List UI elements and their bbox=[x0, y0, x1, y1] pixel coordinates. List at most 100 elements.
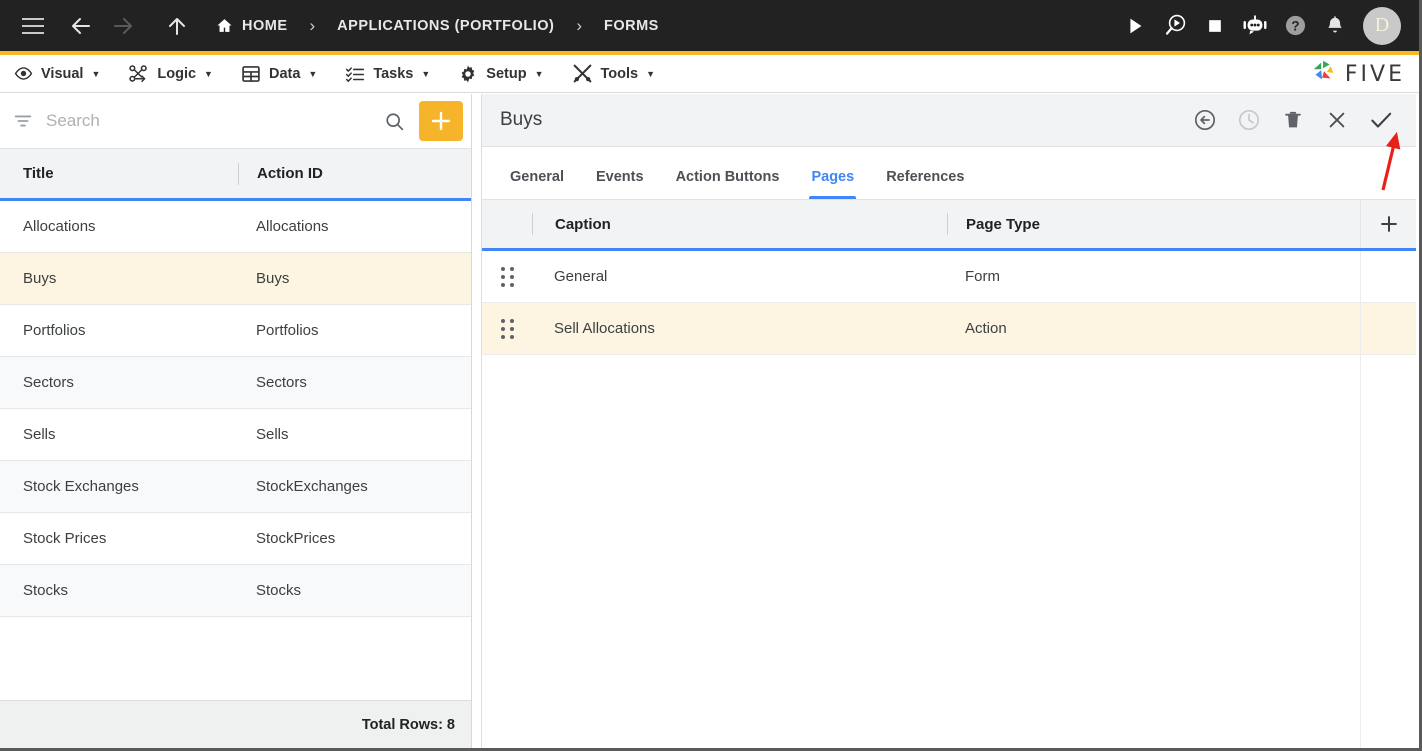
cell-caption: Sell Allocations bbox=[554, 320, 655, 337]
breadcrumb-separator: › bbox=[576, 16, 582, 35]
forms-list-panel: Title Action ID Allocations Allocations … bbox=[0, 94, 472, 748]
cell-title: Stock Prices bbox=[23, 530, 107, 547]
table-row[interactable]: Sell Allocations Action bbox=[482, 303, 1416, 355]
chevron-down-icon: ▼ bbox=[534, 68, 544, 79]
column-header-title[interactable]: Title bbox=[0, 149, 238, 198]
tab-references[interactable]: References bbox=[870, 169, 980, 199]
search-bar bbox=[0, 94, 471, 149]
search-icon[interactable] bbox=[373, 111, 415, 132]
cell-title: Sectors bbox=[23, 374, 74, 391]
stop-icon[interactable] bbox=[1195, 6, 1235, 46]
breadcrumb-label-applications: APPLICATIONS (PORTFOLIO) bbox=[337, 17, 555, 34]
cell-page-type: Action bbox=[965, 320, 1007, 337]
cell-caption: General bbox=[554, 268, 608, 285]
table-row[interactable]: General Form bbox=[482, 251, 1416, 303]
menu-item-setup[interactable]: Setup ▼ bbox=[444, 55, 557, 93]
debug-icon[interactable] bbox=[1155, 6, 1195, 46]
column-header-caption[interactable]: Caption bbox=[532, 213, 947, 235]
chevron-down-icon: ▼ bbox=[308, 68, 318, 79]
add-form-button[interactable] bbox=[419, 101, 463, 141]
column-header-action-id[interactable]: Action ID bbox=[238, 162, 471, 185]
chevron-down-icon: ▼ bbox=[646, 68, 656, 79]
menu-label-tools: Tools bbox=[600, 65, 639, 82]
breadcrumb-label-forms: FORMS bbox=[603, 17, 659, 34]
menu-label-setup: Setup bbox=[486, 65, 527, 82]
drag-handle-icon[interactable] bbox=[482, 266, 532, 287]
menu-label-data: Data bbox=[268, 65, 301, 82]
tab-general[interactable]: General bbox=[494, 169, 580, 199]
top-navigation-bar: HOME › APPLICATIONS (PORTFOLIO) › FORMS bbox=[0, 0, 1419, 51]
menu-item-visual[interactable]: Visual ▼ bbox=[0, 55, 114, 93]
breadcrumb-item-applications[interactable]: APPLICATIONS (PORTFOLIO) bbox=[337, 18, 554, 34]
filter-icon[interactable] bbox=[0, 110, 46, 132]
table-row[interactable]: Allocations Allocations bbox=[0, 201, 471, 253]
total-rows-label: Total Rows: 8 bbox=[0, 700, 471, 748]
cell-title: Portfolios bbox=[23, 322, 86, 339]
menu-item-tools[interactable]: Tools ▼ bbox=[558, 55, 670, 93]
five-pinwheel-icon bbox=[1310, 58, 1338, 91]
form-toolbar bbox=[1184, 99, 1416, 141]
table-row[interactable]: Stocks Stocks bbox=[0, 565, 471, 617]
menu-label-tasks: Tasks bbox=[373, 65, 414, 82]
logic-nodes-icon bbox=[128, 63, 149, 84]
back-arrow-icon[interactable] bbox=[64, 9, 98, 43]
empty-action-column bbox=[1360, 355, 1416, 748]
menu-item-tasks[interactable]: Tasks ▼ bbox=[331, 55, 444, 93]
gear-icon bbox=[458, 64, 478, 84]
help-icon[interactable]: ? bbox=[1275, 6, 1315, 46]
drag-handle-icon[interactable] bbox=[482, 318, 532, 339]
cell-title: Buys bbox=[23, 270, 57, 287]
run-icon[interactable] bbox=[1115, 6, 1155, 46]
close-x-icon[interactable] bbox=[1316, 99, 1358, 141]
breadcrumb-item-forms[interactable]: FORMS bbox=[604, 18, 659, 34]
menu-label-visual: Visual bbox=[41, 65, 84, 82]
cell-action-id: Buys bbox=[256, 270, 290, 287]
empty-space bbox=[482, 355, 1360, 748]
hamburger-menu-icon[interactable] bbox=[22, 17, 44, 34]
notifications-bell-icon[interactable] bbox=[1315, 6, 1355, 46]
table-row[interactable]: Buys Buys bbox=[0, 253, 471, 305]
table-row[interactable]: Sectors Sectors bbox=[0, 357, 471, 409]
tab-events[interactable]: Events bbox=[580, 169, 660, 199]
avatar[interactable]: D bbox=[1363, 6, 1401, 45]
column-header-page-type[interactable]: Page Type bbox=[947, 213, 1360, 235]
up-arrow-icon[interactable] bbox=[160, 9, 194, 43]
cell-action-id: Allocations bbox=[256, 218, 329, 235]
table-row[interactable]: Stock Exchanges StockExchanges bbox=[0, 461, 471, 513]
top-actions: ? D bbox=[1115, 0, 1407, 51]
history-clock-icon[interactable] bbox=[1228, 99, 1270, 141]
menu-item-logic[interactable]: Logic ▼ bbox=[114, 55, 227, 93]
tab-pages[interactable]: Pages bbox=[795, 169, 870, 199]
table-row[interactable]: Sells Sells bbox=[0, 409, 471, 461]
chatbot-icon[interactable] bbox=[1235, 6, 1275, 46]
forms-table: Title Action ID Allocations Allocations … bbox=[0, 149, 471, 748]
menu-item-data[interactable]: Data ▼ bbox=[227, 55, 331, 93]
chevron-down-icon: ▼ bbox=[91, 68, 101, 79]
cell-action-id: Stocks bbox=[256, 582, 302, 599]
row-action-cell bbox=[1360, 251, 1416, 302]
breadcrumb-label-home: HOME bbox=[242, 17, 288, 34]
cell-action-id: StockPrices bbox=[256, 530, 336, 547]
home-icon bbox=[216, 17, 233, 34]
save-check-icon[interactable] bbox=[1360, 99, 1402, 141]
delete-trash-icon[interactable] bbox=[1272, 99, 1314, 141]
table-row[interactable]: Portfolios Portfolios bbox=[0, 305, 471, 357]
tab-action-buttons[interactable]: Action Buttons bbox=[660, 169, 796, 199]
pages-table-empty-area bbox=[482, 355, 1416, 748]
detail-tabs: General Events Action Buttons Pages Refe… bbox=[482, 147, 1416, 200]
pages-table: Caption Page Type General Form Sell Allo… bbox=[482, 200, 1416, 748]
cell-action-id: Portfolios bbox=[256, 322, 319, 339]
form-detail-panel: Buys General Events Action Buttons Pages… bbox=[481, 94, 1416, 748]
add-page-button[interactable] bbox=[1360, 200, 1416, 248]
five-brand-text: FIVE bbox=[1344, 61, 1405, 87]
breadcrumb-separator: › bbox=[309, 16, 316, 35]
cell-title: Stocks bbox=[23, 582, 69, 599]
breadcrumb-item-home[interactable]: HOME bbox=[216, 17, 288, 34]
application-menu-bar: Visual ▼ Logic ▼ Data ▼ Tasks ▼ Setup ▼ … bbox=[0, 55, 1419, 93]
forward-arrow-icon[interactable] bbox=[106, 9, 140, 43]
cell-action-id: Sells bbox=[256, 426, 289, 443]
search-input[interactable] bbox=[46, 111, 373, 131]
forms-table-header: Title Action ID bbox=[0, 149, 471, 201]
revert-icon[interactable] bbox=[1184, 99, 1226, 141]
table-row[interactable]: Stock Prices StockPrices bbox=[0, 513, 471, 565]
